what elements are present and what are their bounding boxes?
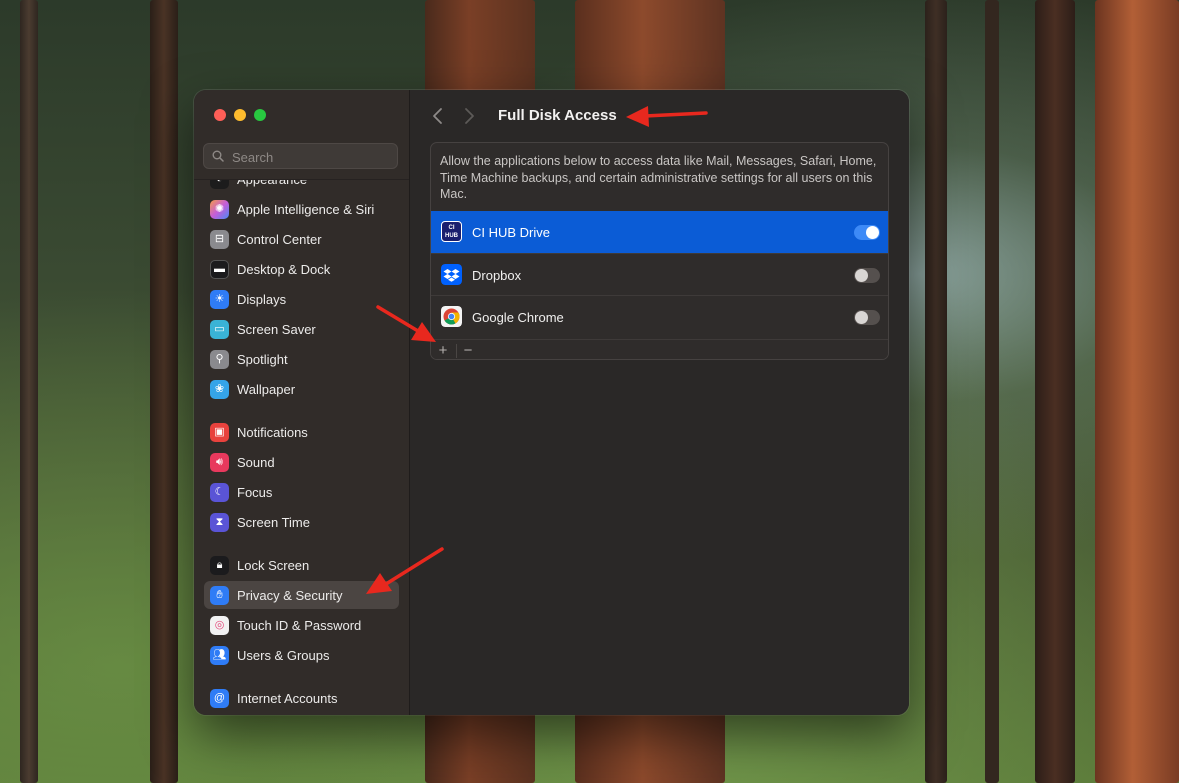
tree-trunk — [925, 0, 947, 783]
zoom-button[interactable] — [254, 109, 266, 121]
control-center-icon: ⊟ — [210, 230, 229, 249]
tree-trunk — [1095, 0, 1179, 783]
sidebar-item-label: Privacy & Security — [237, 588, 343, 603]
tree-trunk — [20, 0, 38, 783]
search-field[interactable] — [203, 143, 398, 169]
sidebar-item-displays[interactable]: ☀ Displays — [204, 285, 399, 313]
sidebar-item-label: Notifications — [237, 425, 308, 440]
search-icon — [212, 150, 224, 162]
sidebar-list[interactable]: ◐ Appearance ✺ Apple Intelligence & Siri… — [194, 179, 409, 715]
hand-icon: ✋︎ — [210, 586, 229, 605]
sidebar-item-label: Wallpaper — [237, 382, 296, 397]
sound-icon: 🔊︎ — [210, 453, 229, 472]
full-disk-access-panel: Allow the applications below to access d… — [430, 142, 889, 360]
sidebar-item-screen-time[interactable]: ⧗ Screen Time — [204, 508, 399, 536]
sidebar-item-label: Screen Time — [237, 515, 310, 530]
remove-app-button[interactable]: − — [457, 341, 479, 359]
description-text: Allow the applications below to access d… — [440, 154, 877, 201]
sidebar-item-wallpaper[interactable]: ❀ Wallpaper — [204, 375, 399, 403]
search-input[interactable] — [230, 147, 394, 167]
ci-hub-icon: CI HUB — [441, 221, 462, 242]
sidebar-item-label: Focus — [237, 485, 273, 500]
toggle-knob — [855, 269, 868, 282]
system-settings-window: ◐ Appearance ✺ Apple Intelligence & Siri… — [194, 90, 909, 715]
tree-trunk — [985, 0, 999, 783]
app-row-google-chrome[interactable]: Google Chrome — [431, 295, 888, 337]
sidebar-item-label: Control Center — [237, 232, 322, 247]
sidebar-item-touch-id[interactable]: ◎ Touch ID & Password — [204, 611, 399, 639]
sidebar-item-desktop-dock[interactable]: ▬ Desktop & Dock — [204, 255, 399, 283]
sidebar-item-label: Sound — [237, 455, 275, 470]
sidebar: ◐ Appearance ✺ Apple Intelligence & Siri… — [194, 90, 410, 715]
toggle-knob — [866, 226, 879, 239]
forward-button[interactable] — [461, 106, 477, 126]
sidebar-item-focus[interactable]: ☾ Focus — [204, 478, 399, 506]
app-name: CI HUB Drive — [472, 225, 551, 240]
sidebar-item-lock-screen[interactable]: 🔒︎ Lock Screen — [204, 551, 399, 579]
toggle-knob — [855, 311, 868, 324]
app-toggle[interactable] — [854, 225, 880, 240]
app-row-dropbox[interactable]: Dropbox — [431, 253, 888, 295]
fingerprint-icon: ◎ — [210, 616, 229, 635]
sidebar-item-control-center[interactable]: ⊟ Control Center — [204, 225, 399, 253]
back-button[interactable] — [430, 106, 446, 126]
minimize-button[interactable] — [234, 109, 246, 121]
sidebar-item-label: Displays — [237, 292, 287, 307]
tree-trunk — [1035, 0, 1075, 783]
sidebar-item-label: Apple Intelligence & Siri — [237, 202, 375, 217]
notifications-icon: ▣ — [210, 423, 229, 442]
sidebar-item-label: Lock Screen — [237, 558, 310, 573]
sidebar-item-privacy-security[interactable]: ✋︎ Privacy & Security — [204, 581, 399, 609]
wallpaper-icon: ❀ — [210, 380, 229, 399]
users-icon: 👥︎ — [210, 646, 229, 665]
app-row-ci-hub-drive[interactable]: CI HUB CI HUB Drive — [431, 211, 888, 253]
siri-icon: ✺ — [210, 200, 229, 219]
screen-saver-icon: ▭ — [210, 320, 229, 339]
sidebar-item-notifications[interactable]: ▣ Notifications — [204, 418, 399, 446]
list-footer: + − — [431, 339, 888, 359]
sidebar-item-spotlight[interactable]: ⚲ Spotlight — [204, 345, 399, 373]
sidebar-item-users-groups[interactable]: 👥︎ Users & Groups — [204, 641, 399, 669]
close-button[interactable] — [214, 109, 226, 121]
spotlight-icon: ⚲ — [210, 350, 229, 369]
sidebar-item-label: Screen Saver — [237, 322, 316, 337]
lock-icon: 🔒︎ — [210, 556, 229, 575]
page-title: Full Disk Access — [498, 107, 617, 124]
sidebar-item-internet-accounts[interactable]: @ Internet Accounts — [204, 684, 399, 712]
at-icon: @ — [210, 689, 229, 708]
tree-trunk — [150, 0, 178, 783]
dock-icon: ▬ — [210, 260, 229, 279]
sidebar-item-appearance[interactable]: ◐ Appearance — [204, 179, 399, 193]
sidebar-item-label: Appearance — [237, 179, 308, 187]
sidebar-item-label: Users & Groups — [237, 648, 330, 663]
appearance-icon: ◐ — [210, 180, 229, 189]
chrome-icon — [441, 306, 462, 327]
sidebar-item-label: Desktop & Dock — [237, 262, 331, 277]
sidebar-item-label: Spotlight — [237, 352, 288, 367]
focus-icon: ☾ — [210, 483, 229, 502]
app-name: Google Chrome — [472, 310, 564, 325]
app-toggle[interactable] — [854, 310, 880, 325]
dropbox-icon — [441, 264, 462, 285]
sidebar-item-screen-saver[interactable]: ▭ Screen Saver — [204, 315, 399, 343]
add-app-button[interactable]: + — [432, 341, 454, 359]
sidebar-item-sound[interactable]: 🔊︎ Sound — [204, 448, 399, 476]
main-pane: Full Disk Access Allow the applications … — [410, 90, 909, 715]
sidebar-item-label: Touch ID & Password — [237, 618, 362, 633]
app-toggle[interactable] — [854, 268, 880, 283]
sidebar-item-label: Internet Accounts — [237, 691, 338, 706]
app-name: Dropbox — [472, 268, 522, 283]
sidebar-item-apple-intelligence[interactable]: ✺ Apple Intelligence & Siri — [204, 195, 399, 223]
screen-time-icon: ⧗ — [210, 513, 229, 532]
displays-icon: ☀ — [210, 290, 229, 309]
